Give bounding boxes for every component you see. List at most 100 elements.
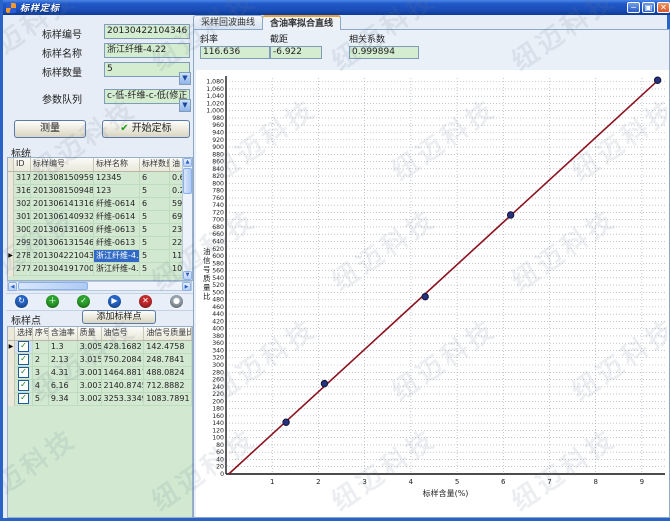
cell[interactable]: 浙江纤维-4.19 xyxy=(94,263,140,276)
scrollbar-thumb[interactable] xyxy=(183,168,192,194)
cell[interactable]: 1 xyxy=(33,341,49,354)
cell[interactable]: 纤维-0613 xyxy=(94,224,140,237)
checkbox[interactable]: ✓ xyxy=(18,380,29,391)
table-row[interactable]: 29920130613154620纤维-0613522 xyxy=(8,237,192,250)
cell[interactable]: 5 xyxy=(140,250,170,263)
cell[interactable]: 5 xyxy=(33,393,49,406)
post-icon[interactable]: ✓ xyxy=(77,295,90,308)
measure-button[interactable]: 测量 xyxy=(14,120,86,138)
cell[interactable]: 20130815095921 xyxy=(31,172,94,185)
cell[interactable]: 2 xyxy=(33,354,49,367)
cell[interactable]: 4 xyxy=(33,380,49,393)
cell[interactable]: 248.7841 xyxy=(144,354,192,367)
cell[interactable]: 20130613154620 xyxy=(31,237,94,250)
column-header[interactable]: 标样数量 xyxy=(140,158,170,171)
cell[interactable]: ✓ xyxy=(15,380,33,393)
column-header[interactable]: 质量 xyxy=(78,327,102,340)
add-sample-point-button[interactable]: 添加标样点 xyxy=(82,310,156,324)
checkbox[interactable]: ✓ xyxy=(18,341,29,352)
delete-icon[interactable]: ✕ xyxy=(139,295,152,308)
column-header[interactable]: 序号 xyxy=(33,327,49,340)
stat-field[interactable]: 116.636 xyxy=(200,46,270,59)
cell[interactable]: 5 xyxy=(140,224,170,237)
tab-fit-line[interactable]: 含油率拟合直线 xyxy=(262,15,341,30)
cell[interactable]: ✓ xyxy=(15,393,33,406)
samples-table-horizontal-scrollbar[interactable]: ◀ ▶ xyxy=(7,281,192,291)
table-row[interactable]: ▶✓11.33.0052428.1682142.4758 xyxy=(8,341,192,354)
table-row[interactable]: ✓22.133.0155750.2084248.7841 xyxy=(8,354,192,367)
column-header[interactable]: 含油率 xyxy=(49,327,78,340)
cell[interactable]: 2140.8745 xyxy=(102,380,145,393)
cell[interactable]: 3.0013 xyxy=(78,367,102,380)
cell[interactable]: 6 xyxy=(140,198,170,211)
cell[interactable]: 2.13 xyxy=(49,354,78,367)
cell[interactable]: 3.002 xyxy=(78,393,102,406)
cell[interactable]: 5 xyxy=(140,263,170,276)
cell[interactable]: 纤维-0613 xyxy=(94,237,140,250)
column-header[interactable]: 油信号质量比 xyxy=(144,327,192,340)
table-row[interactable]: 30120130614093232纤维-0614569 xyxy=(8,211,192,224)
column-header[interactable]: ID xyxy=(14,158,31,171)
samples-table-vertical-scrollbar[interactable]: ▲ ▼ xyxy=(182,158,192,280)
cell[interactable]: 750.2084 xyxy=(102,354,145,367)
cell[interactable]: 3253.3349 xyxy=(102,393,145,406)
tab-echo-curve[interactable]: 采样回波曲线 xyxy=(193,15,263,30)
scroll-left-icon[interactable]: ◀ xyxy=(8,282,17,291)
cell[interactable]: 316 xyxy=(14,185,31,198)
minimize-button[interactable]: ─ xyxy=(627,2,640,13)
sample-name-field[interactable]: 浙江纤维-4.22 xyxy=(104,43,190,58)
next-icon[interactable]: ▶ xyxy=(108,295,121,308)
column-header[interactable]: 选择 xyxy=(15,327,33,340)
cell[interactable]: 20130815094852 xyxy=(31,185,94,198)
cell[interactable]: 5 xyxy=(140,237,170,250)
cell[interactable]: 3 xyxy=(33,367,49,380)
column-header[interactable]: 标样名称 xyxy=(94,158,140,171)
cell[interactable]: 20130614093232 xyxy=(31,211,94,224)
cell[interactable]: 5 xyxy=(140,185,170,198)
maximize-button[interactable]: ▣ xyxy=(642,2,655,13)
cell[interactable]: 纤维-0614 xyxy=(94,198,140,211)
chevron-down-icon[interactable]: ▼ xyxy=(179,99,191,112)
cell[interactable]: 3.0031 xyxy=(78,380,102,393)
points-table-header[interactable]: 选择序号含油率质量油信号油信号质量比 xyxy=(8,327,192,341)
cell[interactable]: 317 xyxy=(14,172,31,185)
cell[interactable]: 4.31 xyxy=(49,367,78,380)
cell[interactable]: 3.0052 xyxy=(78,341,102,354)
table-row[interactable]: 317201308150959211234560.6 xyxy=(8,172,192,185)
cell[interactable]: ✓ xyxy=(15,367,33,380)
scroll-down-icon[interactable]: ▼ xyxy=(183,271,192,280)
stat-field[interactable]: 0.999894 xyxy=(349,46,419,59)
cell[interactable]: 123 xyxy=(94,185,140,198)
table-row[interactable]: ✓46.163.00312140.8745712.8882 xyxy=(8,380,192,393)
param-queue-select[interactable]: c-低-纤维-c-低(修正 xyxy=(104,89,190,104)
column-header[interactable]: 标样编号 xyxy=(31,158,94,171)
cancel-icon[interactable]: ● xyxy=(170,295,183,308)
sample-count-select[interactable]: 5 xyxy=(104,62,190,77)
cell[interactable]: 1.3 xyxy=(49,341,78,354)
cell[interactable]: 142.4758 xyxy=(144,341,192,354)
checkbox[interactable]: ✓ xyxy=(18,393,29,404)
close-button[interactable]: ✕ xyxy=(657,2,670,13)
cell[interactable]: 301 xyxy=(14,211,31,224)
sample-id-field[interactable]: 20130422104346 xyxy=(104,24,190,39)
cell[interactable]: ✓ xyxy=(15,341,33,354)
table-row[interactable]: 30020130613160900纤维-0613523 xyxy=(8,224,192,237)
cell[interactable]: 纤维-0614 xyxy=(94,211,140,224)
table-row[interactable]: 30220130614131638纤维-0614659 xyxy=(8,198,192,211)
table-row[interactable]: ✓34.313.00131464.8817488.0824 xyxy=(8,367,192,380)
cell[interactable]: 277 xyxy=(14,263,31,276)
chevron-down-icon[interactable]: ▼ xyxy=(179,72,191,85)
cell[interactable]: 1464.8817 xyxy=(102,367,145,380)
scrollbar-thumb[interactable] xyxy=(18,282,88,290)
cell[interactable]: 9.34 xyxy=(49,393,78,406)
checkbox[interactable]: ✓ xyxy=(18,367,29,378)
scroll-up-icon[interactable]: ▲ xyxy=(183,158,192,167)
cell[interactable]: 20130614131638 xyxy=(31,198,94,211)
scroll-right-icon[interactable]: ▶ xyxy=(182,282,191,291)
cell[interactable]: 300 xyxy=(14,224,31,237)
cell[interactable]: ✓ xyxy=(15,354,33,367)
cell[interactable]: 20130419170042 xyxy=(31,263,94,276)
start-calibration-button[interactable]: ✔开始定标 xyxy=(102,120,190,138)
cell[interactable]: 299 xyxy=(14,237,31,250)
stat-field[interactable]: -6.922 xyxy=(270,46,322,59)
